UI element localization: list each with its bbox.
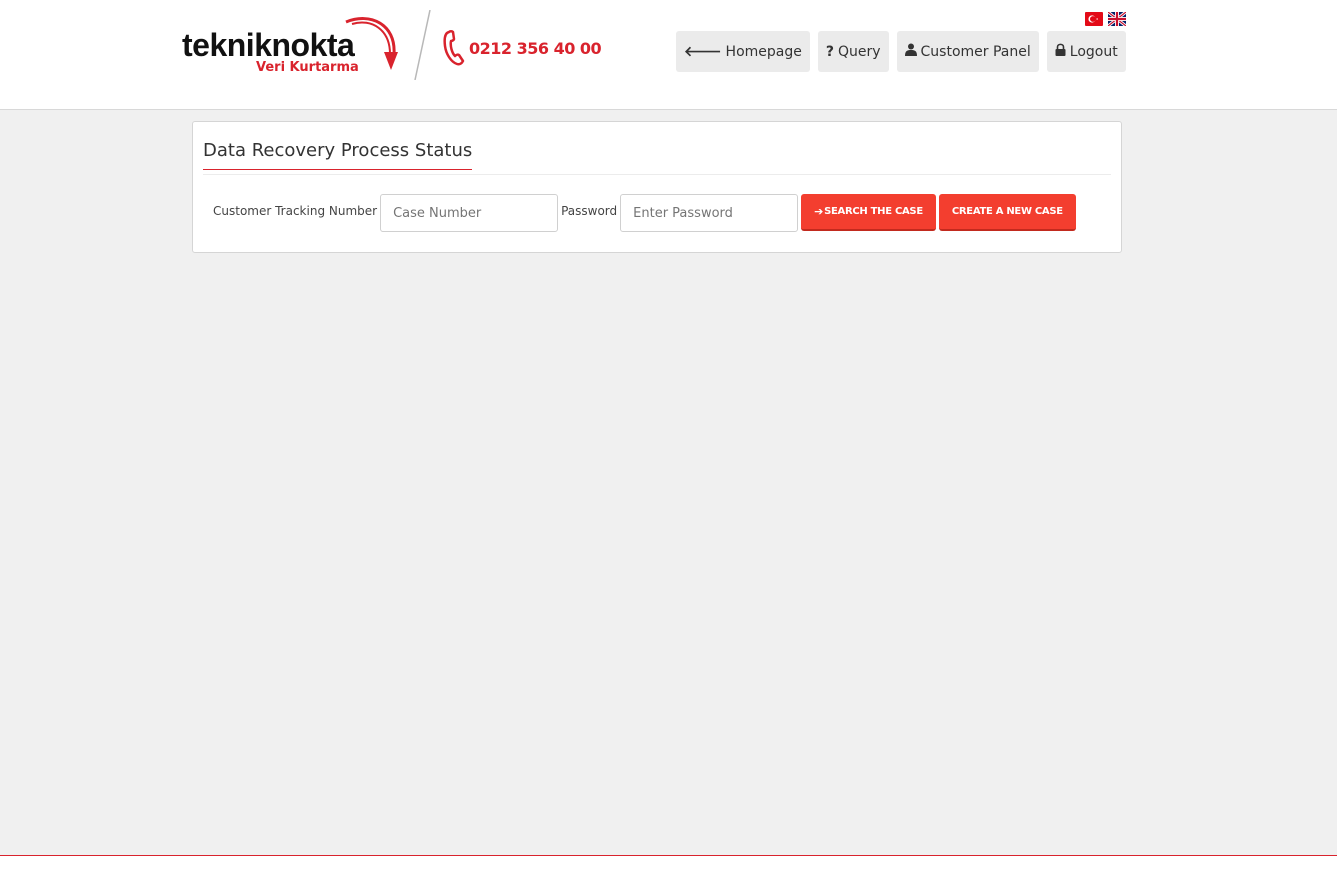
panel-header: Data Recovery Process Status (203, 140, 1111, 175)
logo-main-text: tekniknokta (182, 27, 355, 63)
logo-arrow-icon (345, 17, 398, 70)
create-case-label: CREATE A NEW CASE (951, 206, 1063, 217)
header-divider (414, 10, 431, 80)
language-switcher (1085, 12, 1126, 26)
uk-flag-icon[interactable] (1108, 12, 1126, 26)
site-header: tekniknokta Veri Kurtarma 0212 356 40 00 (0, 0, 1337, 110)
panel-title: Data Recovery Process Status (203, 140, 473, 170)
case-status-panel: Data Recovery Process Status Customer Tr… (192, 121, 1122, 253)
user-icon (904, 43, 917, 60)
nav-homepage-button[interactable]: 🡐 Homepage (676, 31, 810, 72)
nav-query-label: Query (837, 43, 881, 60)
nav-customer-panel-button[interactable]: Customer Panel (896, 31, 1039, 72)
create-case-button[interactable]: CREATE A NEW CASE (938, 194, 1076, 231)
phone-contact[interactable]: 0212 356 40 00 (443, 30, 602, 66)
lock-icon (1055, 43, 1066, 60)
nav-logout-button[interactable]: Logout (1046, 31, 1126, 72)
turkish-flag-icon[interactable] (1085, 12, 1103, 26)
main-nav: 🡐 Homepage ? Query Customer Panel Logout (676, 31, 1126, 72)
brand-logo[interactable]: tekniknokta Veri Kurtarma (180, 14, 400, 78)
search-case-label: SEARCH THE CASE (824, 206, 923, 217)
phone-icon (443, 30, 465, 66)
nav-homepage-label: Homepage (725, 43, 802, 60)
tracking-number-label: Customer Tracking Number (213, 204, 378, 218)
footer-bar (0, 855, 1337, 870)
phone-number: 0212 356 40 00 (469, 38, 602, 58)
case-number-input[interactable] (380, 194, 559, 232)
question-icon: ? (825, 43, 834, 60)
password-input[interactable] (620, 194, 799, 232)
arrow-left-icon: 🡐 (684, 44, 722, 60)
search-case-button[interactable]: ➔ SEARCH THE CASE (801, 194, 936, 231)
case-search-form: Customer Tracking Number Password ➔ SEAR… (213, 194, 1076, 232)
nav-query-button[interactable]: ? Query (817, 31, 889, 72)
password-label: Password (561, 204, 618, 218)
arrow-right-icon: ➔ (814, 205, 824, 218)
nav-customer-panel-label: Customer Panel (920, 43, 1031, 60)
nav-logout-label: Logout (1069, 43, 1118, 60)
